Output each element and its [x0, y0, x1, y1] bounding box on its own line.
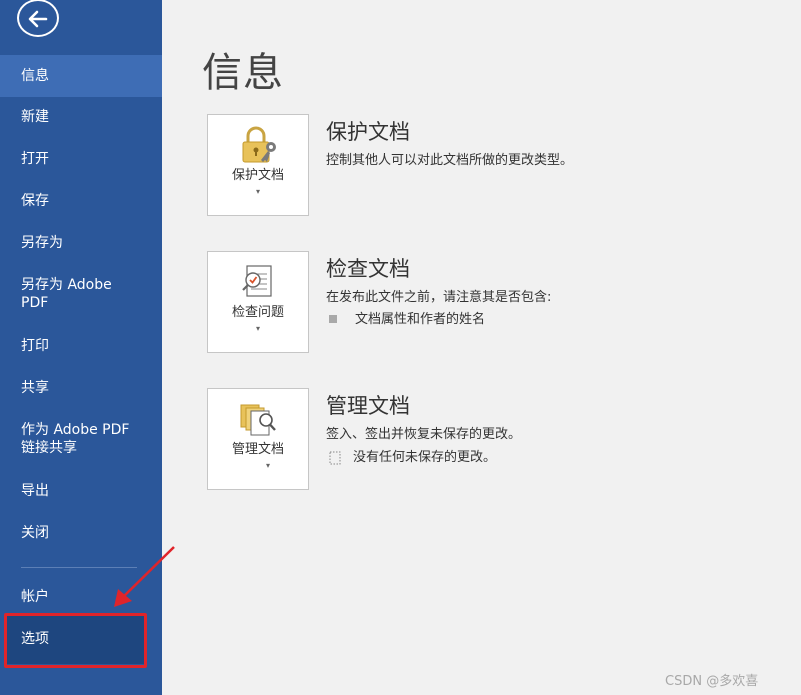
nav-item-label: 共享 [21, 380, 49, 396]
protect-document-title: 保护文档 [326, 120, 410, 144]
dropdown-caret-icon: ▾ [255, 187, 260, 196]
document-dotted-icon [329, 451, 341, 464]
protect-document-label: 保护文档 [231, 168, 284, 183]
nav-item-save-as-adobe-pdf[interactable]: 另存为 Adobe PDF [0, 276, 140, 312]
inspect-bullet-text: 文档属性和作者的姓名 [355, 312, 486, 327]
inspect-document-icon [242, 265, 272, 297]
nav-item-label: 导出 [21, 483, 49, 499]
annotation-arrow-icon [114, 546, 175, 607]
nav-item-save-as[interactable]: 另存为 [0, 234, 162, 252]
manage-document-description: 签入、签出并恢复未保存的更改。 [326, 427, 522, 442]
dropdown-caret-icon: ▾ [265, 461, 270, 470]
manage-document-title: 管理文档 [326, 394, 410, 418]
back-arrow-icon [28, 10, 48, 28]
protect-document-button[interactable]: 保护文档 ▾ [207, 114, 309, 216]
watermark-text: CSDN @多欢喜 [665, 674, 759, 689]
nav-item-share[interactable]: 共享 [0, 379, 162, 397]
nav-item-label: 作为 Adobe PDF 链接共享 [21, 422, 130, 456]
manage-document-button[interactable]: 管理文档 ▾ [207, 388, 309, 490]
nav-item-label: 另存为 Adobe PDF [21, 277, 112, 311]
nav-item-export[interactable]: 导出 [0, 482, 162, 500]
nav-item-label: 关闭 [21, 525, 49, 541]
manage-bullet-text: 没有任何未保存的更改。 [353, 450, 497, 465]
nav-item-label: 保存 [21, 193, 49, 209]
page-title: 信息 [202, 50, 284, 96]
nav-item-share-adobe-pdf-link[interactable]: 作为 Adobe PDF 链接共享 [0, 421, 150, 457]
back-button[interactable] [17, 0, 59, 37]
nav-item-label: 打开 [21, 151, 49, 167]
manage-bullet-item: 没有任何未保存的更改。 [329, 446, 496, 465]
nav-item-label: 信息 [21, 68, 49, 84]
nav-item-label: 另存为 [21, 235, 63, 251]
nav-item-close[interactable]: 关闭 [0, 524, 162, 542]
bullet-square-icon [329, 314, 337, 323]
nav-item-label: 帐户 [21, 589, 49, 605]
check-issues-button[interactable]: 检查问题 ▾ [207, 251, 309, 353]
check-issues-label: 检查问题 [231, 305, 284, 320]
inspect-bullet-item: 文档属性和作者的姓名 [329, 308, 485, 327]
inspect-document-title: 检查文档 [326, 257, 410, 281]
manage-document-label: 管理文档 [231, 442, 284, 457]
inspect-document-description: 在发布此文件之前，请注意其是否包含: [326, 290, 552, 305]
manage-documents-icon [240, 404, 276, 436]
nav-item-open[interactable]: 打开 [0, 150, 162, 168]
nav-item-print[interactable]: 打印 [0, 337, 162, 355]
protect-document-description: 控制其他人可以对此文档所做的更改类型。 [326, 153, 574, 168]
nav-item-new[interactable]: 新建 [0, 108, 162, 126]
dropdown-caret-icon: ▾ [255, 324, 260, 333]
nav-item-label: 打印 [21, 338, 49, 354]
nav-item-info[interactable]: 信息 [0, 55, 162, 97]
annotation-highlight-box [4, 613, 147, 668]
nav-item-label: 新建 [21, 109, 49, 125]
lock-key-icon [242, 126, 276, 163]
nav-item-save[interactable]: 保存 [0, 192, 162, 210]
